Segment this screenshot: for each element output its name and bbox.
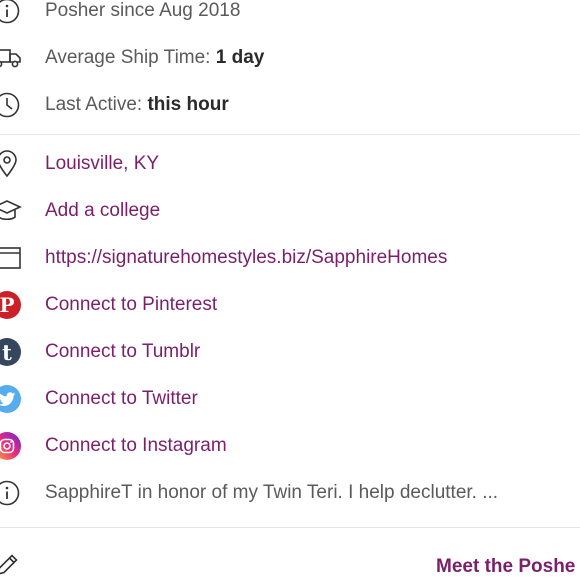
ship-time-value: 1 day — [215, 47, 265, 68]
last-active-text: Last Active: this hour — [45, 90, 229, 120]
connect-instagram-link[interactable]: Connect to Instagram — [45, 431, 227, 461]
browser-window-icon — [0, 243, 27, 273]
ship-time-text: Average Ship Time: 1 day — [45, 43, 264, 73]
twitter-icon — [0, 384, 27, 414]
location-link[interactable]: Louisville, KY — [45, 149, 159, 179]
location-pin-icon — [0, 149, 27, 179]
info-icon — [0, 0, 27, 26]
divider-top — [0, 134, 580, 135]
connect-pinterest-link[interactable]: Connect to Pinterest — [45, 290, 217, 320]
ship-time-row: Average Ship Time: 1 day — [0, 43, 580, 73]
tumblr-icon: t — [0, 337, 27, 367]
ship-time-label: Average Ship Time: — [45, 47, 216, 68]
twitter-bird — [0, 385, 21, 413]
bio-text: SapphireT in honor of my Twin Teri. I he… — [45, 482, 499, 503]
website-row[interactable]: https://signaturehomestyles.biz/Sapphire… — [0, 243, 580, 273]
instagram-row[interactable]: Connect to Instagram — [0, 431, 580, 461]
member-since-text: Posher since Aug 2018 — [45, 0, 241, 21]
truck-icon — [0, 43, 27, 73]
pinterest-row[interactable]: P Connect to Pinterest — [0, 290, 580, 320]
college-row[interactable]: Add a college — [0, 196, 580, 226]
tumblr-row[interactable]: t Connect to Tumblr — [0, 337, 580, 367]
member-since-row: Posher since Aug 2018 — [0, 0, 580, 26]
last-active-value: this hour — [147, 94, 229, 115]
location-row[interactable]: Louisville, KY — [0, 149, 580, 179]
add-college-link[interactable]: Add a college — [45, 196, 160, 226]
graduation-cap-icon — [0, 196, 27, 226]
clock-icon — [0, 90, 27, 120]
connect-twitter-link[interactable]: Connect to Twitter — [45, 384, 198, 414]
meet-the-posher-link[interactable]: Meet the Poshe — [436, 552, 575, 580]
tumblr-glyph: t — [0, 338, 21, 366]
divider-bottom — [0, 527, 580, 528]
twitter-row[interactable]: Connect to Twitter — [0, 384, 580, 414]
pinterest-icon: P — [0, 290, 27, 320]
pinterest-glyph: P — [0, 291, 21, 319]
website-link[interactable]: https://signaturehomestyles.biz/Sapphire… — [45, 243, 447, 273]
connect-tumblr-link[interactable]: Connect to Tumblr — [45, 337, 200, 367]
instagram-badge — [0, 432, 21, 460]
info-icon — [0, 478, 27, 508]
bio-row: SapphireT in honor of my Twin Teri. I he… — [0, 478, 580, 508]
last-active-row: Last Active: this hour — [0, 90, 580, 120]
last-active-label: Last Active: — [45, 94, 148, 115]
pencil-edit-icon[interactable] — [0, 550, 27, 580]
instagram-icon — [0, 431, 27, 461]
